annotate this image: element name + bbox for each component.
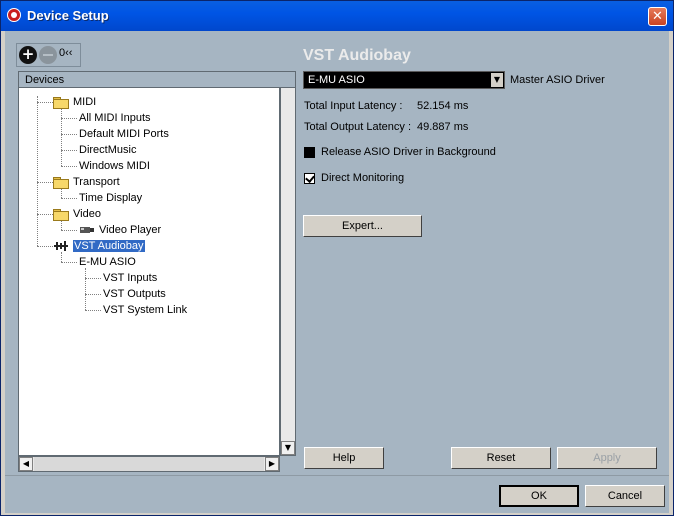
folder-icon <box>53 177 69 189</box>
tree-item-windows-midi[interactable]: Windows MIDI <box>79 158 150 174</box>
tree-connector <box>61 230 77 232</box>
tree-vertical-scrollbar[interactable]: ▼ <box>280 87 296 456</box>
tree-connector <box>37 182 53 184</box>
tree-connector <box>61 198 77 200</box>
tree-connector <box>61 134 77 136</box>
client-area: + 0‹‹ Devices MIDI All MIDI Inputs Defau… <box>5 31 669 513</box>
tree-horizontal-scrollbar[interactable]: ◀ ▶ <box>18 456 280 472</box>
tree-connector <box>37 96 39 246</box>
input-latency-value: 52.154 ms <box>417 100 469 112</box>
direct-monitoring-checkbox[interactable] <box>304 173 315 184</box>
reset-button[interactable]: Reset <box>451 447 551 469</box>
tree-connector <box>61 150 77 152</box>
title-bar[interactable]: Device Setup ✕ <box>1 1 673 31</box>
cubase-app-icon <box>7 8 21 22</box>
output-latency-label: Total Output Latency : <box>304 121 412 133</box>
scroll-down-arrow-icon[interactable]: ▼ <box>281 441 295 455</box>
folder-icon <box>53 209 69 221</box>
tree-connector <box>85 278 101 280</box>
asio-driver-select[interactable]: E-MU ASIO ▼ <box>303 71 505 89</box>
tree-connector <box>61 166 77 168</box>
cancel-button[interactable]: Cancel <box>585 485 665 507</box>
tree-item-vst-audiobay[interactable]: VST Audiobay <box>53 238 145 254</box>
tree-connector <box>61 262 77 264</box>
tree-item-vst-inputs[interactable]: VST Inputs <box>103 270 157 286</box>
folder-icon <box>53 97 69 109</box>
tree-item-transport[interactable]: Transport <box>53 174 120 190</box>
devices-header: Devices <box>18 71 296 88</box>
window-title: Device Setup <box>27 8 109 23</box>
tree-item-directmusic[interactable]: DirectMusic <box>79 142 136 158</box>
direct-monitoring-label: Direct Monitoring <box>321 172 405 184</box>
tree-item-default-midi-ports[interactable]: Default MIDI Ports <box>79 126 169 142</box>
divider <box>5 475 669 476</box>
panel-title: VST Audiobay <box>303 47 411 64</box>
output-latency-value: 49.887 ms <box>417 121 469 133</box>
release-driver-label: Release ASIO Driver in Background <box>321 146 496 158</box>
add-device-button[interactable]: + <box>19 46 37 64</box>
collapse-tree-button[interactable]: 0‹‹ <box>59 47 72 59</box>
scroll-right-arrow-icon[interactable]: ▶ <box>265 457 279 471</box>
release-driver-checkbox[interactable] <box>304 147 315 158</box>
tree-connector <box>61 108 63 166</box>
scroll-left-arrow-icon[interactable]: ◀ <box>19 457 33 471</box>
expert-button[interactable]: Expert... <box>303 215 422 237</box>
tree-item-vst-outputs[interactable]: VST Outputs <box>103 286 166 302</box>
dropdown-arrow-icon[interactable]: ▼ <box>491 73 503 87</box>
tree-connector <box>37 246 53 248</box>
tree-item-video[interactable]: Video <box>53 206 101 222</box>
close-button[interactable]: ✕ <box>648 7 667 26</box>
devices-tree[interactable]: MIDI All MIDI Inputs Default MIDI Ports … <box>18 87 280 456</box>
tree-item-emu-asio[interactable]: E-MU ASIO <box>79 254 136 270</box>
master-asio-driver-label: Master ASIO Driver <box>510 74 605 86</box>
video-player-icon <box>80 227 94 233</box>
ok-button[interactable]: OK <box>499 485 579 507</box>
tree-item-midi[interactable]: MIDI <box>53 94 96 110</box>
apply-button[interactable]: Apply <box>557 447 657 469</box>
input-latency-label: Total Input Latency : <box>304 100 403 112</box>
tree-connector <box>85 310 101 312</box>
tree-connector <box>85 294 101 296</box>
tree-connector <box>37 102 53 104</box>
help-button[interactable]: Help <box>304 447 384 469</box>
tree-item-all-midi-inputs[interactable]: All MIDI Inputs <box>79 110 151 126</box>
audio-device-icon <box>54 241 68 251</box>
device-setup-window: Device Setup ✕ + 0‹‹ Devices MIDI All MI… <box>0 0 674 516</box>
tree-connector <box>37 214 53 216</box>
tree-item-time-display[interactable]: Time Display <box>79 190 142 206</box>
tree-item-vst-system-link[interactable]: VST System Link <box>103 302 187 318</box>
tree-connector <box>61 118 77 120</box>
tree-connector <box>85 268 87 310</box>
remove-device-button[interactable] <box>39 46 57 64</box>
scroll-thumb[interactable] <box>34 457 264 471</box>
tree-item-video-player[interactable]: Video Player <box>79 222 161 238</box>
